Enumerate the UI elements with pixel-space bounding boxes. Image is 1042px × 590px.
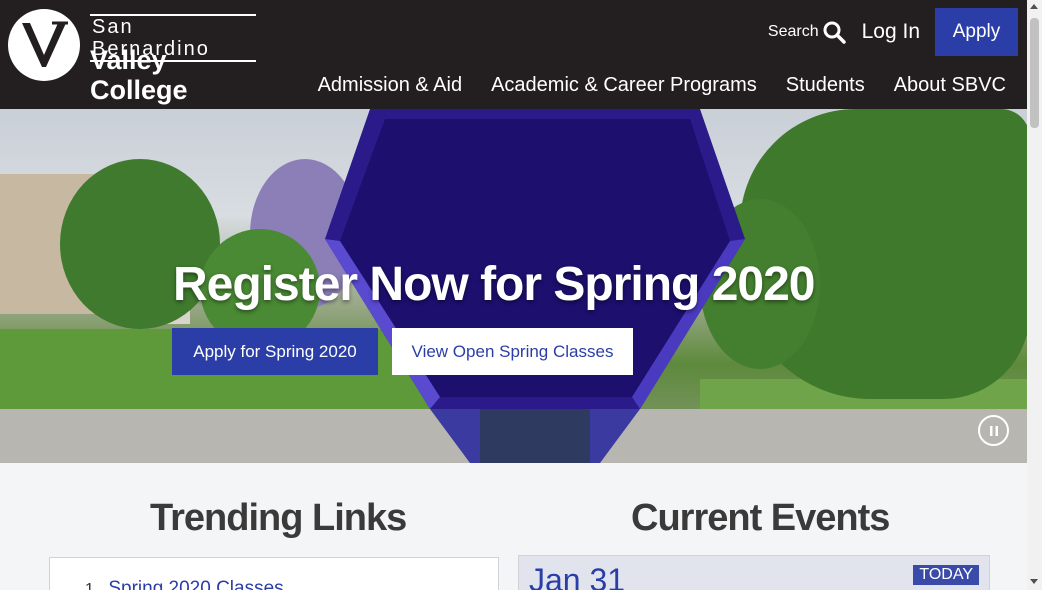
trending-links-title: Trending Links xyxy=(150,497,407,539)
logo-v-icon xyxy=(8,9,80,81)
current-events-title: Current Events xyxy=(631,497,890,539)
view-open-classes-button[interactable]: View Open Spring Classes xyxy=(392,328,633,375)
event-card[interactable]: Jan 31 TODAY xyxy=(518,555,990,590)
list-number: 1. xyxy=(85,581,99,590)
pause-icon xyxy=(989,425,998,436)
nav-students[interactable]: Students xyxy=(786,74,865,97)
search-icon xyxy=(823,21,846,44)
trending-link-item[interactable]: 1. Spring 2020 Classes xyxy=(85,578,284,590)
apply-spring-button[interactable]: Apply for Spring 2020 xyxy=(172,328,378,375)
apply-button[interactable]: Apply xyxy=(935,8,1018,56)
nav-about-sbvc[interactable]: About SBVC xyxy=(894,74,1006,97)
main-nav: Admission & Aid Academic & Career Progra… xyxy=(318,74,1006,97)
today-badge: TODAY xyxy=(913,565,979,585)
trending-links-list: 1. Spring 2020 Classes xyxy=(49,557,499,590)
utility-nav: Search Log In Apply xyxy=(768,8,1018,56)
login-link[interactable]: Log In xyxy=(862,20,920,44)
page-scrollbar[interactable] xyxy=(1027,0,1042,590)
nav-admission-aid[interactable]: Admission & Aid xyxy=(318,74,463,97)
logo-text-bottom: Valley College xyxy=(90,45,188,105)
scroll-thumb[interactable] xyxy=(1030,18,1039,128)
hero-banner: Register Now for Spring 2020 Apply for S… xyxy=(0,109,1027,463)
nav-academic-career-programs[interactable]: Academic & Career Programs xyxy=(491,74,757,97)
scroll-up-arrow-icon[interactable] xyxy=(1030,4,1038,9)
trending-link-label: Spring 2020 Classes xyxy=(108,578,284,590)
scroll-down-arrow-icon[interactable] xyxy=(1030,579,1038,584)
college-logo[interactable]: San Bernardino Valley College xyxy=(8,8,258,105)
hero-title: Register Now for Spring 2020 xyxy=(173,258,815,311)
pause-button[interactable] xyxy=(978,415,1009,446)
event-date: Jan 31 xyxy=(529,562,626,590)
search-link[interactable]: Search xyxy=(768,20,846,44)
search-label: Search xyxy=(767,23,819,40)
site-header: San Bernardino Valley College Search Log… xyxy=(0,0,1027,109)
